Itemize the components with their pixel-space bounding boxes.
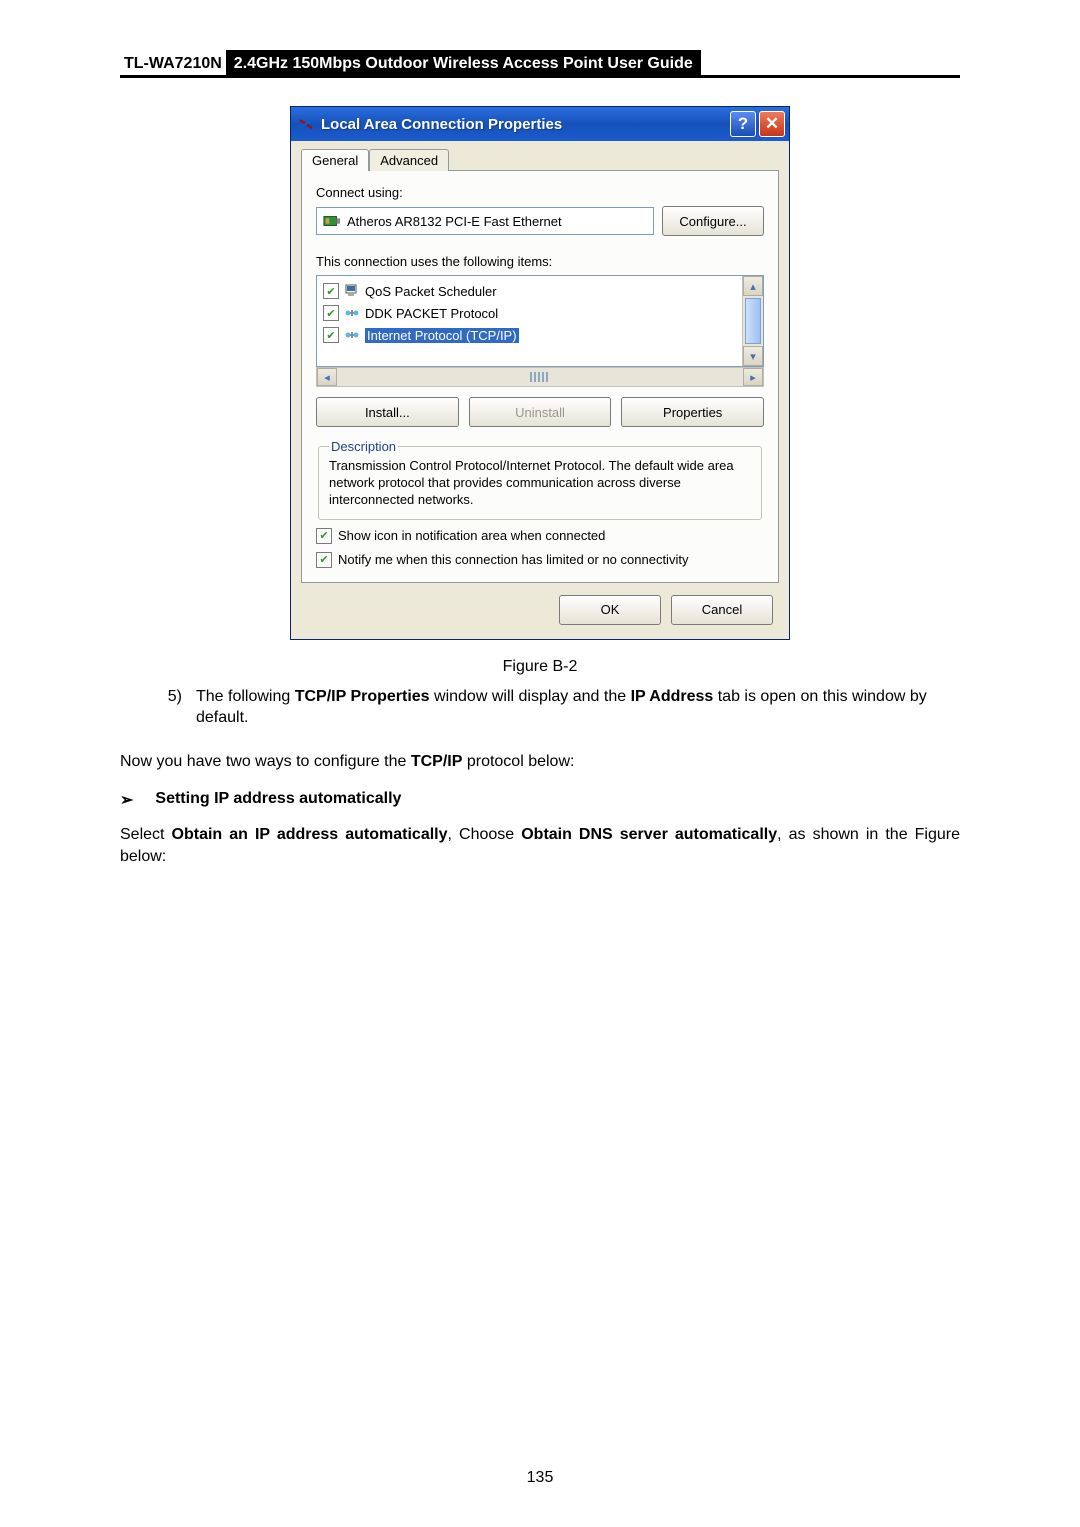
help-button[interactable]: ? (730, 111, 756, 137)
list-item-label-selected: Internet Protocol (TCP/IP) (365, 328, 519, 343)
properties-button[interactable]: Properties (621, 397, 764, 427)
scroll-grip-icon (530, 372, 550, 382)
list-item[interactable]: ✔ QoS Packet Scheduler (323, 280, 736, 302)
cancel-button[interactable]: Cancel (671, 595, 773, 625)
scroll-right-icon[interactable]: ▸ (743, 368, 763, 386)
scheduler-icon (343, 283, 361, 299)
page-number: 135 (0, 1469, 1080, 1487)
tab-general[interactable]: General (301, 149, 369, 171)
step-5: 5) The following TCP/IP Properties windo… (120, 686, 960, 729)
notify-checkbox-row[interactable]: ✔ Notify me when this connection has lim… (316, 552, 764, 568)
show-icon-checkbox-row[interactable]: ✔ Show icon in notification area when co… (316, 528, 764, 544)
doc-model: TL-WA7210N (120, 50, 226, 75)
uninstall-button: Uninstall (469, 397, 612, 427)
list-item-label: DDK PACKET Protocol (365, 306, 498, 321)
triangle-bullet-icon (120, 790, 141, 810)
protocol-icon (343, 305, 361, 321)
description-text: Transmission Control Protocol/Internet P… (329, 458, 751, 509)
protocol-icon (343, 327, 361, 343)
checkbox-icon[interactable]: ✔ (316, 528, 332, 544)
vertical-scrollbar[interactable]: ▴ ▾ (742, 276, 763, 366)
scroll-thumb[interactable] (745, 298, 761, 344)
tabs-row: General Advanced (301, 149, 779, 171)
connection-icon (297, 115, 315, 133)
description-group: Description Transmission Control Protoco… (318, 439, 762, 520)
ok-button[interactable]: OK (559, 595, 661, 625)
checkbox-icon[interactable]: ✔ (316, 552, 332, 568)
checkbox-icon[interactable]: ✔ (323, 283, 339, 299)
properties-dialog: Local Area Connection Properties ? ✕ Gen… (290, 106, 790, 640)
configure-button[interactable]: Configure... (662, 206, 764, 236)
close-button[interactable]: ✕ (759, 111, 785, 137)
para-select-obtain: Select Obtain an IP address automaticall… (120, 824, 960, 867)
horizontal-scrollbar[interactable]: ◂ ▸ (316, 367, 764, 387)
install-button[interactable]: Install... (316, 397, 459, 427)
doc-header: TL-WA7210N 2.4GHz 150Mbps Outdoor Wirele… (120, 50, 960, 78)
step-number: 5) (120, 686, 196, 729)
connect-using-label: Connect using: (316, 185, 764, 200)
nic-icon (323, 214, 341, 228)
scroll-down-icon[interactable]: ▾ (743, 346, 763, 366)
items-label: This connection uses the following items… (316, 254, 764, 269)
items-listbox[interactable]: ✔ QoS Packet Scheduler ✔ (316, 275, 764, 367)
bullet-setting-ip: Setting IP address automatically (120, 790, 960, 810)
show-icon-label: Show icon in notification area when conn… (338, 528, 605, 543)
scroll-left-icon[interactable]: ◂ (317, 368, 337, 386)
figure-caption: Figure B-2 (120, 658, 960, 676)
doc-title: 2.4GHz 150Mbps Outdoor Wireless Access P… (226, 50, 701, 75)
scroll-up-icon[interactable]: ▴ (743, 276, 763, 296)
list-item-label: QoS Packet Scheduler (365, 284, 497, 299)
titlebar-text: Local Area Connection Properties (321, 116, 730, 133)
checkbox-icon[interactable]: ✔ (323, 327, 339, 343)
description-legend: Description (329, 439, 398, 454)
notify-label: Notify me when this connection has limit… (338, 552, 688, 567)
para-two-ways: Now you have two ways to configure the T… (120, 751, 960, 773)
checkbox-icon[interactable]: ✔ (323, 305, 339, 321)
adapter-name: Atheros AR8132 PCI-E Fast Ethernet (347, 214, 562, 229)
titlebar[interactable]: Local Area Connection Properties ? ✕ (291, 107, 789, 141)
adapter-field[interactable]: Atheros AR8132 PCI-E Fast Ethernet (316, 207, 654, 235)
list-item[interactable]: ✔ DDK PACKET Protocol (323, 302, 736, 324)
tab-advanced[interactable]: Advanced (369, 149, 449, 171)
list-item[interactable]: ✔ Internet Protocol (TCP/IP) (323, 324, 736, 346)
